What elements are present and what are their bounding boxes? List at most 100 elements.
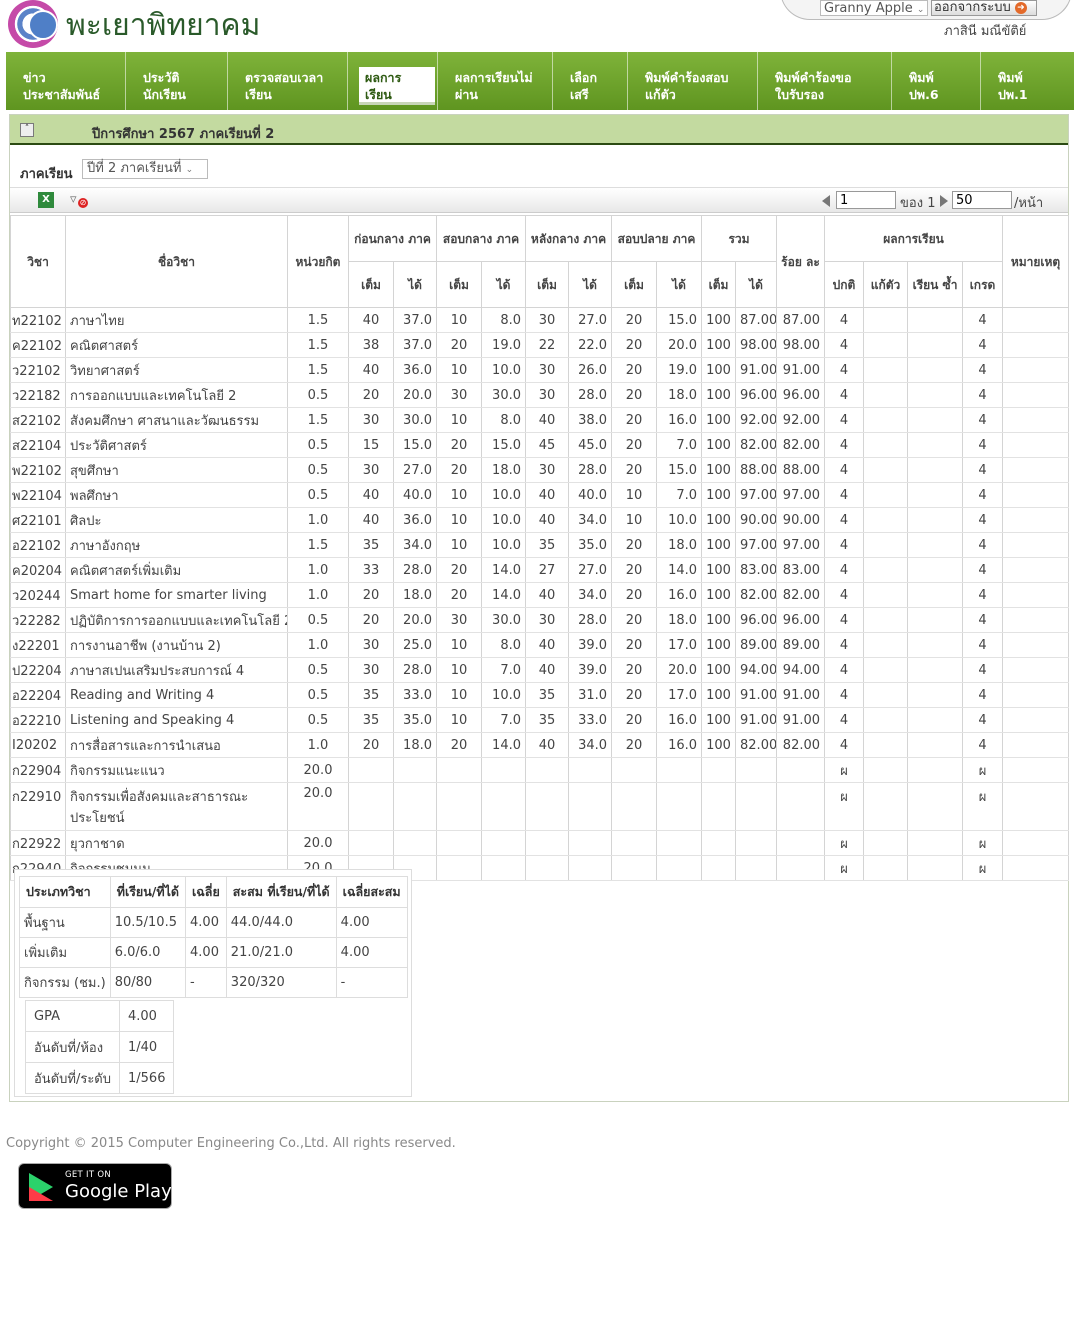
nav-news[interactable]: ข่าว ประชาสัมพันธ์: [6, 52, 126, 110]
table-cell: กิจกรรมแนะแนว: [65, 757, 288, 783]
gpa-row: GPA 4.00: [25, 1000, 175, 1032]
table-cell: [907, 632, 964, 658]
logout-button[interactable]: ออกจากระบบ ➜: [931, 0, 1037, 16]
next-page-icon[interactable]: [940, 195, 948, 207]
table-cell: 40: [525, 632, 569, 658]
nav-failed-grades[interactable]: ผลการเรียนไม่ ผ่าน: [438, 52, 553, 110]
table-cell: 33.0: [393, 682, 437, 708]
table-cell: 4: [962, 457, 1004, 483]
google-play-badge[interactable]: GET IT ON Google Play: [18, 1163, 172, 1209]
nav-student-profile[interactable]: ประวัติ นักเรียน: [126, 52, 228, 110]
table-cell: 4: [824, 407, 865, 433]
table-cell: 35: [525, 707, 569, 733]
nav-print-pp1[interactable]: พิมพ์ ปพ.1: [981, 52, 1074, 110]
table-cell: [1002, 357, 1070, 383]
table-cell: [907, 382, 964, 408]
gpa-label: อันดับที่/ระดับ: [25, 1062, 120, 1094]
table-cell: 34.0: [567, 582, 613, 608]
table-cell: [863, 432, 909, 458]
table-cell: 20: [611, 382, 658, 408]
table-cell: [776, 830, 826, 856]
summary-cell: 80/80: [109, 967, 187, 998]
user-select-value: Granny Apple: [824, 1, 913, 16]
table-row: ค20204 คณิตศาสตร์เพิ่มเติม 1.0 33 28.0 20 14.0…: [10, 557, 1070, 583]
table-cell: 25.0: [393, 632, 437, 658]
table-cell: [863, 482, 909, 508]
clear-filter-icon[interactable]: ▿ ⊘: [70, 192, 88, 210]
table-cell: 10.0: [481, 482, 526, 508]
table-cell: [863, 830, 909, 856]
table-cell: 14.0: [481, 732, 526, 758]
table-cell: Smart home for smarter living: [65, 582, 288, 608]
table-cell: 18.0: [656, 382, 703, 408]
nav-print-retake-request[interactable]: พิมพ์คำร้องสอบ แก้ตัว: [628, 52, 758, 110]
sub-full: เต็ม: [436, 261, 482, 308]
table-cell: 100: [701, 632, 737, 658]
table-cell: 27: [525, 557, 569, 583]
table-cell: 4: [824, 582, 865, 608]
table-cell: [1002, 707, 1070, 733]
table-cell: 30: [525, 382, 569, 408]
table-cell: [393, 757, 437, 783]
excel-export-icon[interactable]: X: [38, 192, 54, 208]
table-cell: [701, 855, 737, 881]
table-cell: 28.0: [567, 382, 613, 408]
col-final: สอบปลาย ภาค: [611, 215, 703, 262]
table-cell: 30.0: [481, 382, 526, 408]
table-cell: [735, 855, 778, 881]
table-cell: 90.00: [735, 507, 778, 533]
table-cell: 40: [348, 307, 394, 333]
table-cell: 4: [824, 557, 865, 583]
page-size-input[interactable]: [952, 191, 1012, 209]
table-cell: 92.00: [735, 407, 778, 433]
table-cell: 20: [611, 557, 658, 583]
gpa-value: 1/566: [118, 1062, 175, 1094]
table-cell: 87.00: [776, 307, 826, 333]
table-row: ส22102 สังคมศึกษา ศาสนาและวัฒนธรรม 1.5 30 30…: [10, 407, 1070, 433]
nav-print-pp6[interactable]: พิมพ์ ปพ.6: [892, 52, 981, 110]
table-cell: 7.0: [481, 707, 526, 733]
table-cell: 94.00: [776, 657, 826, 683]
collapse-icon[interactable]: ˄: [20, 123, 34, 137]
gpa-table: GPA 4.00 อันดับที่/ห้อง 1/40 อันดับที่/ระดับ…: [25, 1000, 175, 1094]
nav-attendance[interactable]: ตรวจสอบเวลา เรียน: [228, 52, 348, 110]
table-cell: ส22102: [10, 407, 66, 433]
table-cell: [1002, 457, 1070, 483]
table-cell: 100: [701, 732, 737, 758]
user-select[interactable]: Granny Apple ⌄: [820, 0, 928, 16]
gpa-label: GPA: [25, 1000, 120, 1032]
table-cell: ประวัติศาสตร์: [65, 432, 288, 458]
table-cell: 10.0: [656, 507, 703, 533]
nav-electives[interactable]: เลือก เสรี: [553, 52, 628, 110]
table-cell: 20: [611, 532, 658, 558]
table-cell: 83.00: [776, 557, 826, 583]
table-cell: 4: [962, 607, 1004, 633]
semester-select[interactable]: ปีที่ 2 ภาคเรียนที่ ⌄: [82, 159, 208, 179]
sub-remedial: แก้ตัว: [863, 261, 909, 308]
table-cell: [863, 732, 909, 758]
nav-grades[interactable]: ผลการ เรียน: [348, 52, 438, 110]
table-cell: 100: [701, 457, 737, 483]
page-number-input[interactable]: [836, 191, 896, 209]
table-row: ว22182 การออกแบบและเทคโนโลยี 2 0.5 20 20.0 30…: [10, 382, 1070, 408]
prev-page-icon[interactable]: [822, 195, 830, 207]
table-cell: ป22204: [10, 657, 66, 683]
table-cell: 20: [611, 682, 658, 708]
table-cell: 15.0: [656, 457, 703, 483]
table-cell: [436, 757, 482, 783]
table-cell: สังคมศึกษา ศาสนาและวัฒนธรรม: [65, 407, 288, 433]
table-cell: 4: [962, 432, 1004, 458]
table-cell: 4: [824, 607, 865, 633]
table-cell: [1002, 407, 1070, 433]
table-cell: [611, 855, 658, 881]
table-row: ป22204 ภาษาสเปนเสริมประสบการณ์ 4 0.5 30 28.0…: [10, 657, 1070, 683]
nav-label: ผลการเรียนไม่ ผ่าน: [455, 70, 533, 102]
table-cell: 20.0: [393, 607, 437, 633]
table-row: ว22102 วิทยาศาสตร์ 1.5 40 36.0 10 10.0 30 26.0 20…: [10, 357, 1070, 383]
nav-print-certificate-request[interactable]: พิมพ์คำร้องขอ ใบรับรอง: [758, 52, 892, 110]
table-cell: 40: [525, 482, 569, 508]
table-cell: 14.0: [481, 582, 526, 608]
table-cell: [735, 757, 778, 783]
table-cell: 96.00: [735, 607, 778, 633]
table-cell: กิจกรรมเพื่อสังคมและสาธารณะประโยชน์: [65, 782, 288, 831]
